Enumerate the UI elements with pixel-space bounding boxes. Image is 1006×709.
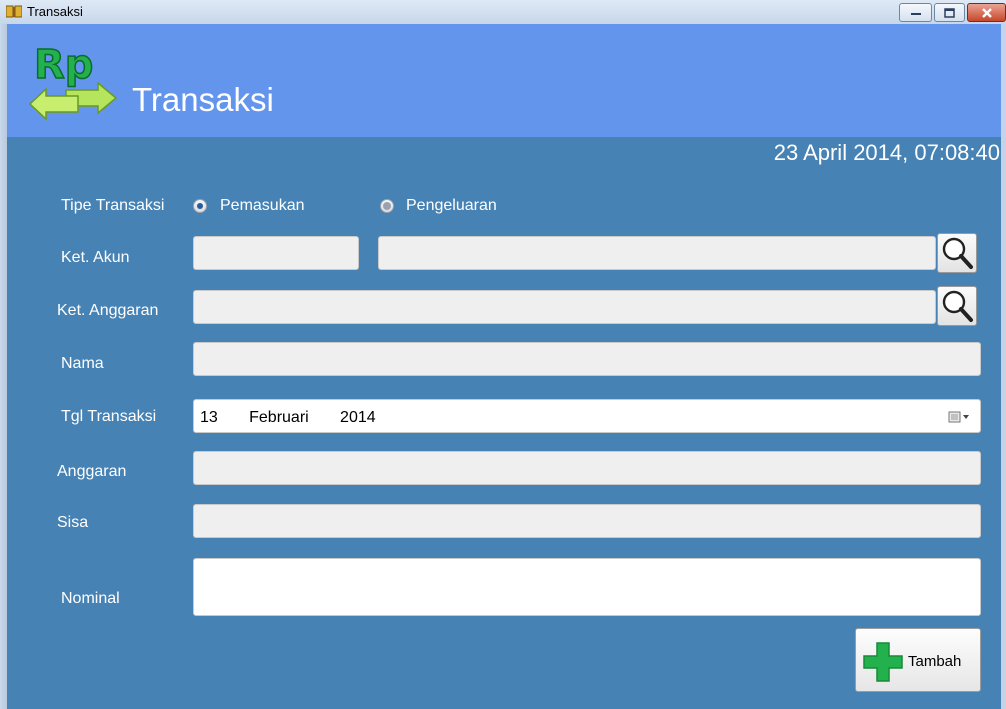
anggaran-label: Anggaran bbox=[57, 463, 127, 480]
maximize-icon bbox=[943, 7, 955, 18]
page-title: Transaksi bbox=[132, 81, 274, 118]
minimize-button[interactable] bbox=[899, 3, 932, 22]
radio-pengeluaran-label[interactable]: Pengeluaran bbox=[406, 197, 497, 215]
ket-akun-name-input[interactable] bbox=[378, 236, 936, 270]
window-frame-left bbox=[0, 24, 7, 709]
close-icon bbox=[981, 7, 992, 18]
tambah-button-label: Tambah bbox=[908, 653, 962, 670]
nominal-label: Nominal bbox=[61, 590, 120, 607]
radio-pemasukan-label[interactable]: Pemasukan bbox=[220, 197, 305, 215]
tgl-transaksi-value: 13 Februari 2014 bbox=[200, 409, 376, 426]
tambah-button[interactable]: Tambah bbox=[855, 628, 981, 692]
ket-anggaran-label: Ket. Anggaran bbox=[57, 302, 159, 319]
tgl-transaksi-datepicker[interactable]: 13 Februari 2014 bbox=[193, 399, 981, 433]
ket-anggaran-search-button[interactable] bbox=[937, 286, 977, 326]
ket-anggaran-input[interactable] bbox=[193, 290, 936, 324]
sisa-input[interactable] bbox=[193, 504, 981, 538]
ket-akun-label: Ket. Akun bbox=[61, 249, 130, 266]
window-titlebar bbox=[0, 0, 1006, 25]
search-icon bbox=[942, 290, 973, 322]
plus-icon bbox=[863, 642, 903, 682]
radio-pemasukan[interactable] bbox=[193, 199, 207, 213]
ket-akun-code-input[interactable] bbox=[193, 236, 359, 270]
maximize-button[interactable] bbox=[934, 3, 965, 22]
app-book-icon bbox=[6, 5, 22, 18]
ket-akun-search-button[interactable] bbox=[937, 233, 977, 273]
window-title: Transaksi bbox=[27, 4, 83, 19]
nominal-input[interactable] bbox=[193, 558, 981, 616]
nama-label: Nama bbox=[61, 355, 104, 372]
nama-input[interactable] bbox=[193, 342, 981, 376]
rupiah-exchange-logo-icon: Rp bbox=[28, 41, 118, 121]
tipe-transaksi-label: Tipe Transaksi bbox=[61, 197, 165, 214]
minimize-icon bbox=[910, 12, 921, 15]
tgl-transaksi-label: Tgl Transaksi bbox=[61, 408, 157, 425]
window-frame-right bbox=[1001, 24, 1006, 709]
current-datetime: 23 April 2014, 07:08:40 bbox=[773, 140, 1000, 165]
svg-text:Rp: Rp bbox=[34, 42, 93, 88]
close-button[interactable] bbox=[967, 3, 1006, 22]
anggaran-input[interactable] bbox=[193, 451, 981, 485]
radio-pengeluaran[interactable] bbox=[380, 199, 394, 213]
search-icon bbox=[942, 237, 973, 269]
calendar-dropdown-icon[interactable] bbox=[948, 411, 970, 423]
sisa-label: Sisa bbox=[57, 514, 89, 531]
